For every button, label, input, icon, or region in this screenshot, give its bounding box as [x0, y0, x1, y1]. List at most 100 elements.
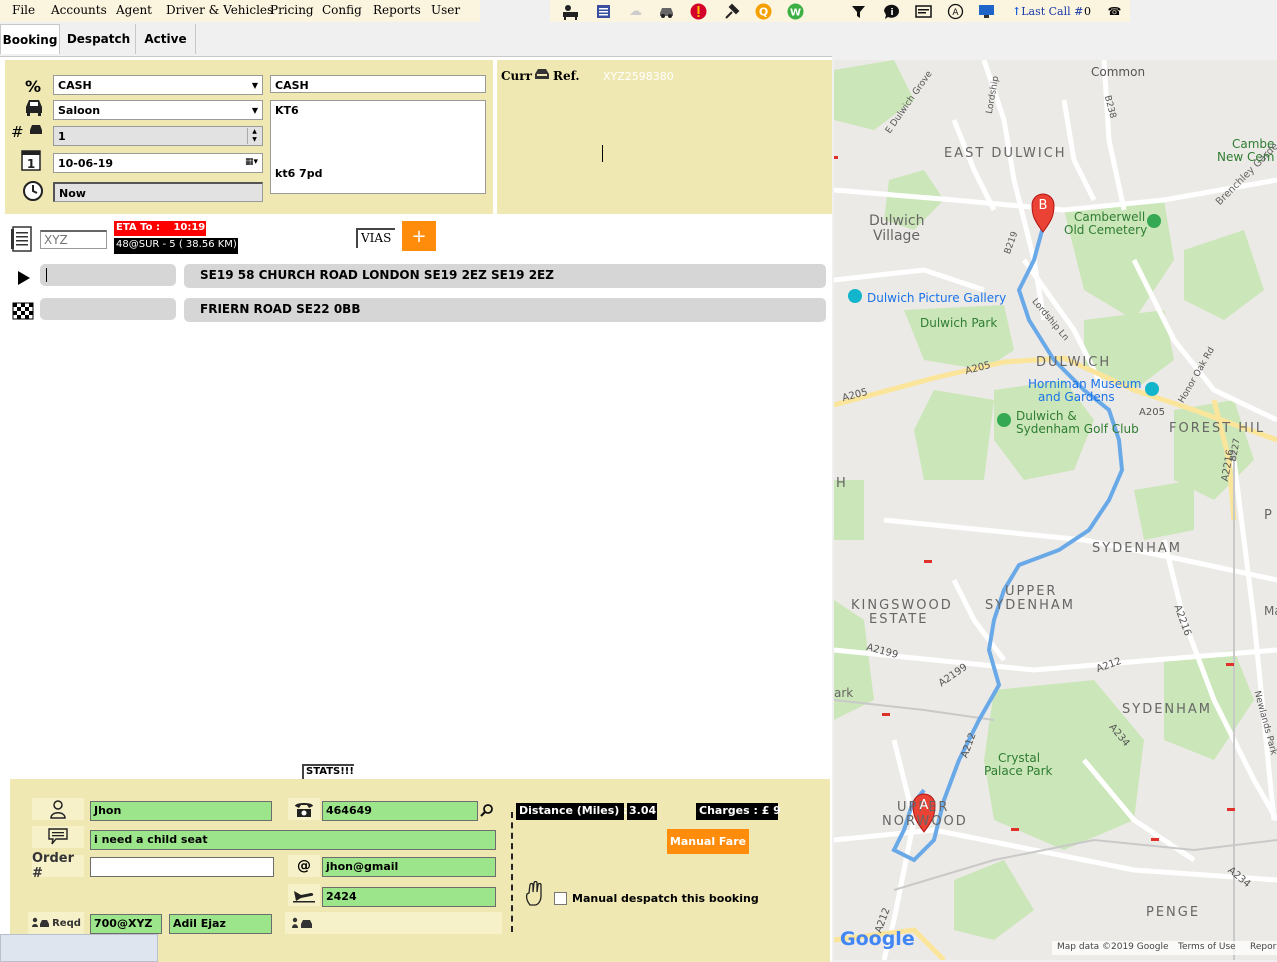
last-call-label[interactable]: ↑Last Call # [1012, 5, 1083, 18]
add-via-button[interactable]: + [402, 221, 436, 251]
marker-b-label[interactable]: B [1037, 198, 1049, 213]
driver-reqd-label: Reqd [28, 912, 84, 934]
svg-text:i: i [890, 8, 893, 18]
q-icon[interactable]: Q [755, 3, 772, 20]
map-label-dulwich-park: Dulwich Park [920, 316, 998, 330]
map-label-sydenham-2: SYDENHAM [1122, 702, 1213, 717]
terms-of-use-link[interactable]: Terms of Use [1178, 942, 1236, 952]
map-label-norwood-2: NORWOOD [882, 814, 968, 829]
address-notes-field[interactable]: KT6 kt6 7pd [270, 100, 486, 194]
car-icon[interactable] [658, 3, 675, 20]
map-label-h: H [836, 476, 846, 491]
curr-label: Curr [501, 69, 532, 83]
last-call-text: Last Call # [1021, 5, 1084, 18]
menu-user[interactable]: User [431, 3, 460, 17]
flight-number-field[interactable]: 2424 [322, 887, 496, 907]
cloud-icon[interactable]: ☁ [627, 3, 644, 20]
message-icon[interactable] [915, 3, 932, 20]
chevron-down-icon: ▼ [251, 81, 258, 90]
play-icon [16, 269, 32, 290]
car-front-icon [23, 98, 45, 119]
vehicle-type-select[interactable]: Saloon ▼ [53, 100, 263, 120]
date-picker[interactable]: 10-06-19 ▦▾ [53, 153, 263, 173]
map-label-dulwich-village-2: Village [873, 228, 921, 244]
menu-agent[interactable]: Agent [116, 3, 152, 17]
flight-icon [288, 884, 320, 906]
alert-icon[interactable] [690, 3, 707, 20]
driver-name-field[interactable]: Adil Ejaz [169, 914, 272, 934]
order-label: Order # [32, 851, 84, 881]
calendar-icon: 1 [20, 147, 42, 174]
chat-icon[interactable]: i [883, 3, 900, 20]
eta-label: ETA To : [116, 222, 160, 233]
charges-label: Charges : £ 9 [696, 803, 781, 820]
customer-name-field[interactable]: Jhon [90, 801, 272, 821]
status-box [0, 934, 158, 962]
at-icon[interactable]: A [947, 3, 964, 20]
manual-fare-button[interactable]: Manual Fare [667, 829, 749, 854]
clock-icon [22, 180, 44, 205]
marker-a-label[interactable]: A [918, 798, 930, 813]
menu-accounts[interactable]: Accounts [51, 3, 107, 17]
report-link[interactable]: Repor [1250, 942, 1276, 952]
pin-icon[interactable] [723, 3, 740, 20]
map-label-dulwich-village-1: Dulwich [869, 213, 925, 229]
filter-icon[interactable] [850, 3, 867, 20]
route-map[interactable]: Common EAST DULWICH Dulwich Village Camb… [834, 60, 1277, 960]
order-number-field[interactable] [90, 857, 274, 877]
stepper-arrows-icon[interactable]: ▲ ▼ [247, 128, 261, 144]
eta-value: 10:19 [173, 222, 206, 233]
eta-badge: ETA To : 10:19 [114, 221, 206, 236]
tab-despatch[interactable]: Despatch [62, 24, 136, 54]
menu-pricing[interactable]: Pricing [270, 3, 314, 17]
map-data-label: Map data ©2019 Google [1057, 942, 1169, 952]
driver-code-field[interactable]: 700@XYZ [90, 914, 162, 934]
monitor-icon[interactable] [978, 3, 995, 20]
w-icon[interactable]: W [787, 3, 804, 20]
time-field[interactable]: Now [53, 182, 263, 202]
last-call-value: 0 [1084, 5, 1091, 18]
distance-value: 3.04 [627, 803, 657, 820]
payment-text-field[interactable]: CASH [270, 75, 486, 93]
dropoff-address-field[interactable]: FRIERN ROAD SE22 0BB [184, 298, 826, 322]
route-info-badge: 48@SUR - 5 ( 38.56 KM) [114, 238, 238, 254]
map-label-sydenham-1: SYDENHAM [1092, 541, 1183, 556]
customer-notes-field[interactable]: i need a child seat [90, 830, 496, 850]
driver-icon[interactable] [562, 3, 579, 20]
list-icon[interactable] [595, 3, 612, 20]
menu-config[interactable]: Config [322, 3, 362, 17]
map-label-kingswood-1: KINGSWOOD [851, 598, 953, 613]
text-cursor [46, 268, 47, 282]
stats-label[interactable]: STATS!!! [302, 764, 354, 779]
manual-despatch-checkbox[interactable] [554, 892, 567, 905]
pickup-prefix-field[interactable] [40, 264, 176, 286]
map-label-golf-2: Sydenham Golf Club [1016, 422, 1139, 436]
map-attribution-bar: Map data ©2019 Google Terms of Use Repor [1052, 941, 1277, 955]
menu-reports[interactable]: Reports [373, 3, 421, 17]
customer-email-field[interactable]: jhon@gmail [322, 857, 496, 877]
payment-type-value: CASH [58, 79, 92, 92]
passengers-stepper[interactable]: 1 ▲ ▼ [53, 126, 263, 146]
person-icon [32, 798, 84, 820]
map-label-ark: ark [834, 686, 854, 700]
map-label-east-dulwich: EAST DULWICH [944, 146, 1067, 161]
map-label-camberwell-1: Camberwell [1074, 210, 1146, 224]
address-note-line-1: KT6 [275, 104, 299, 117]
menu-file[interactable]: File [12, 3, 35, 17]
map-label-golf-1: Dulwich & [1016, 409, 1077, 423]
pickup-address-field[interactable]: SE19 58 CHURCH ROAD LONDON SE19 2EZ SE19… [184, 264, 826, 288]
payment-type-select[interactable]: CASH ▼ [53, 75, 263, 95]
phone-icon[interactable]: ☎ [1106, 3, 1123, 20]
map-label-ma: Ma [1264, 604, 1277, 618]
tab-booking[interactable]: Booking [0, 24, 60, 54]
map-label-dulwich: DULWICH [1036, 355, 1112, 370]
tab-active[interactable]: Active [136, 24, 196, 54]
vias-label: VIAS [356, 228, 395, 248]
menu-driver-vehicles[interactable]: Driver & Vehicles [166, 3, 273, 17]
customer-phone-field[interactable]: 464649 [322, 801, 478, 821]
manual-despatch-label[interactable]: Manual despatch this booking [572, 892, 759, 905]
dropoff-prefix-field[interactable] [40, 298, 176, 320]
account-code-input[interactable] [40, 230, 107, 249]
search-icon[interactable] [480, 803, 494, 820]
calendar-dropdown-icon[interactable]: ▦▾ [245, 157, 258, 167]
